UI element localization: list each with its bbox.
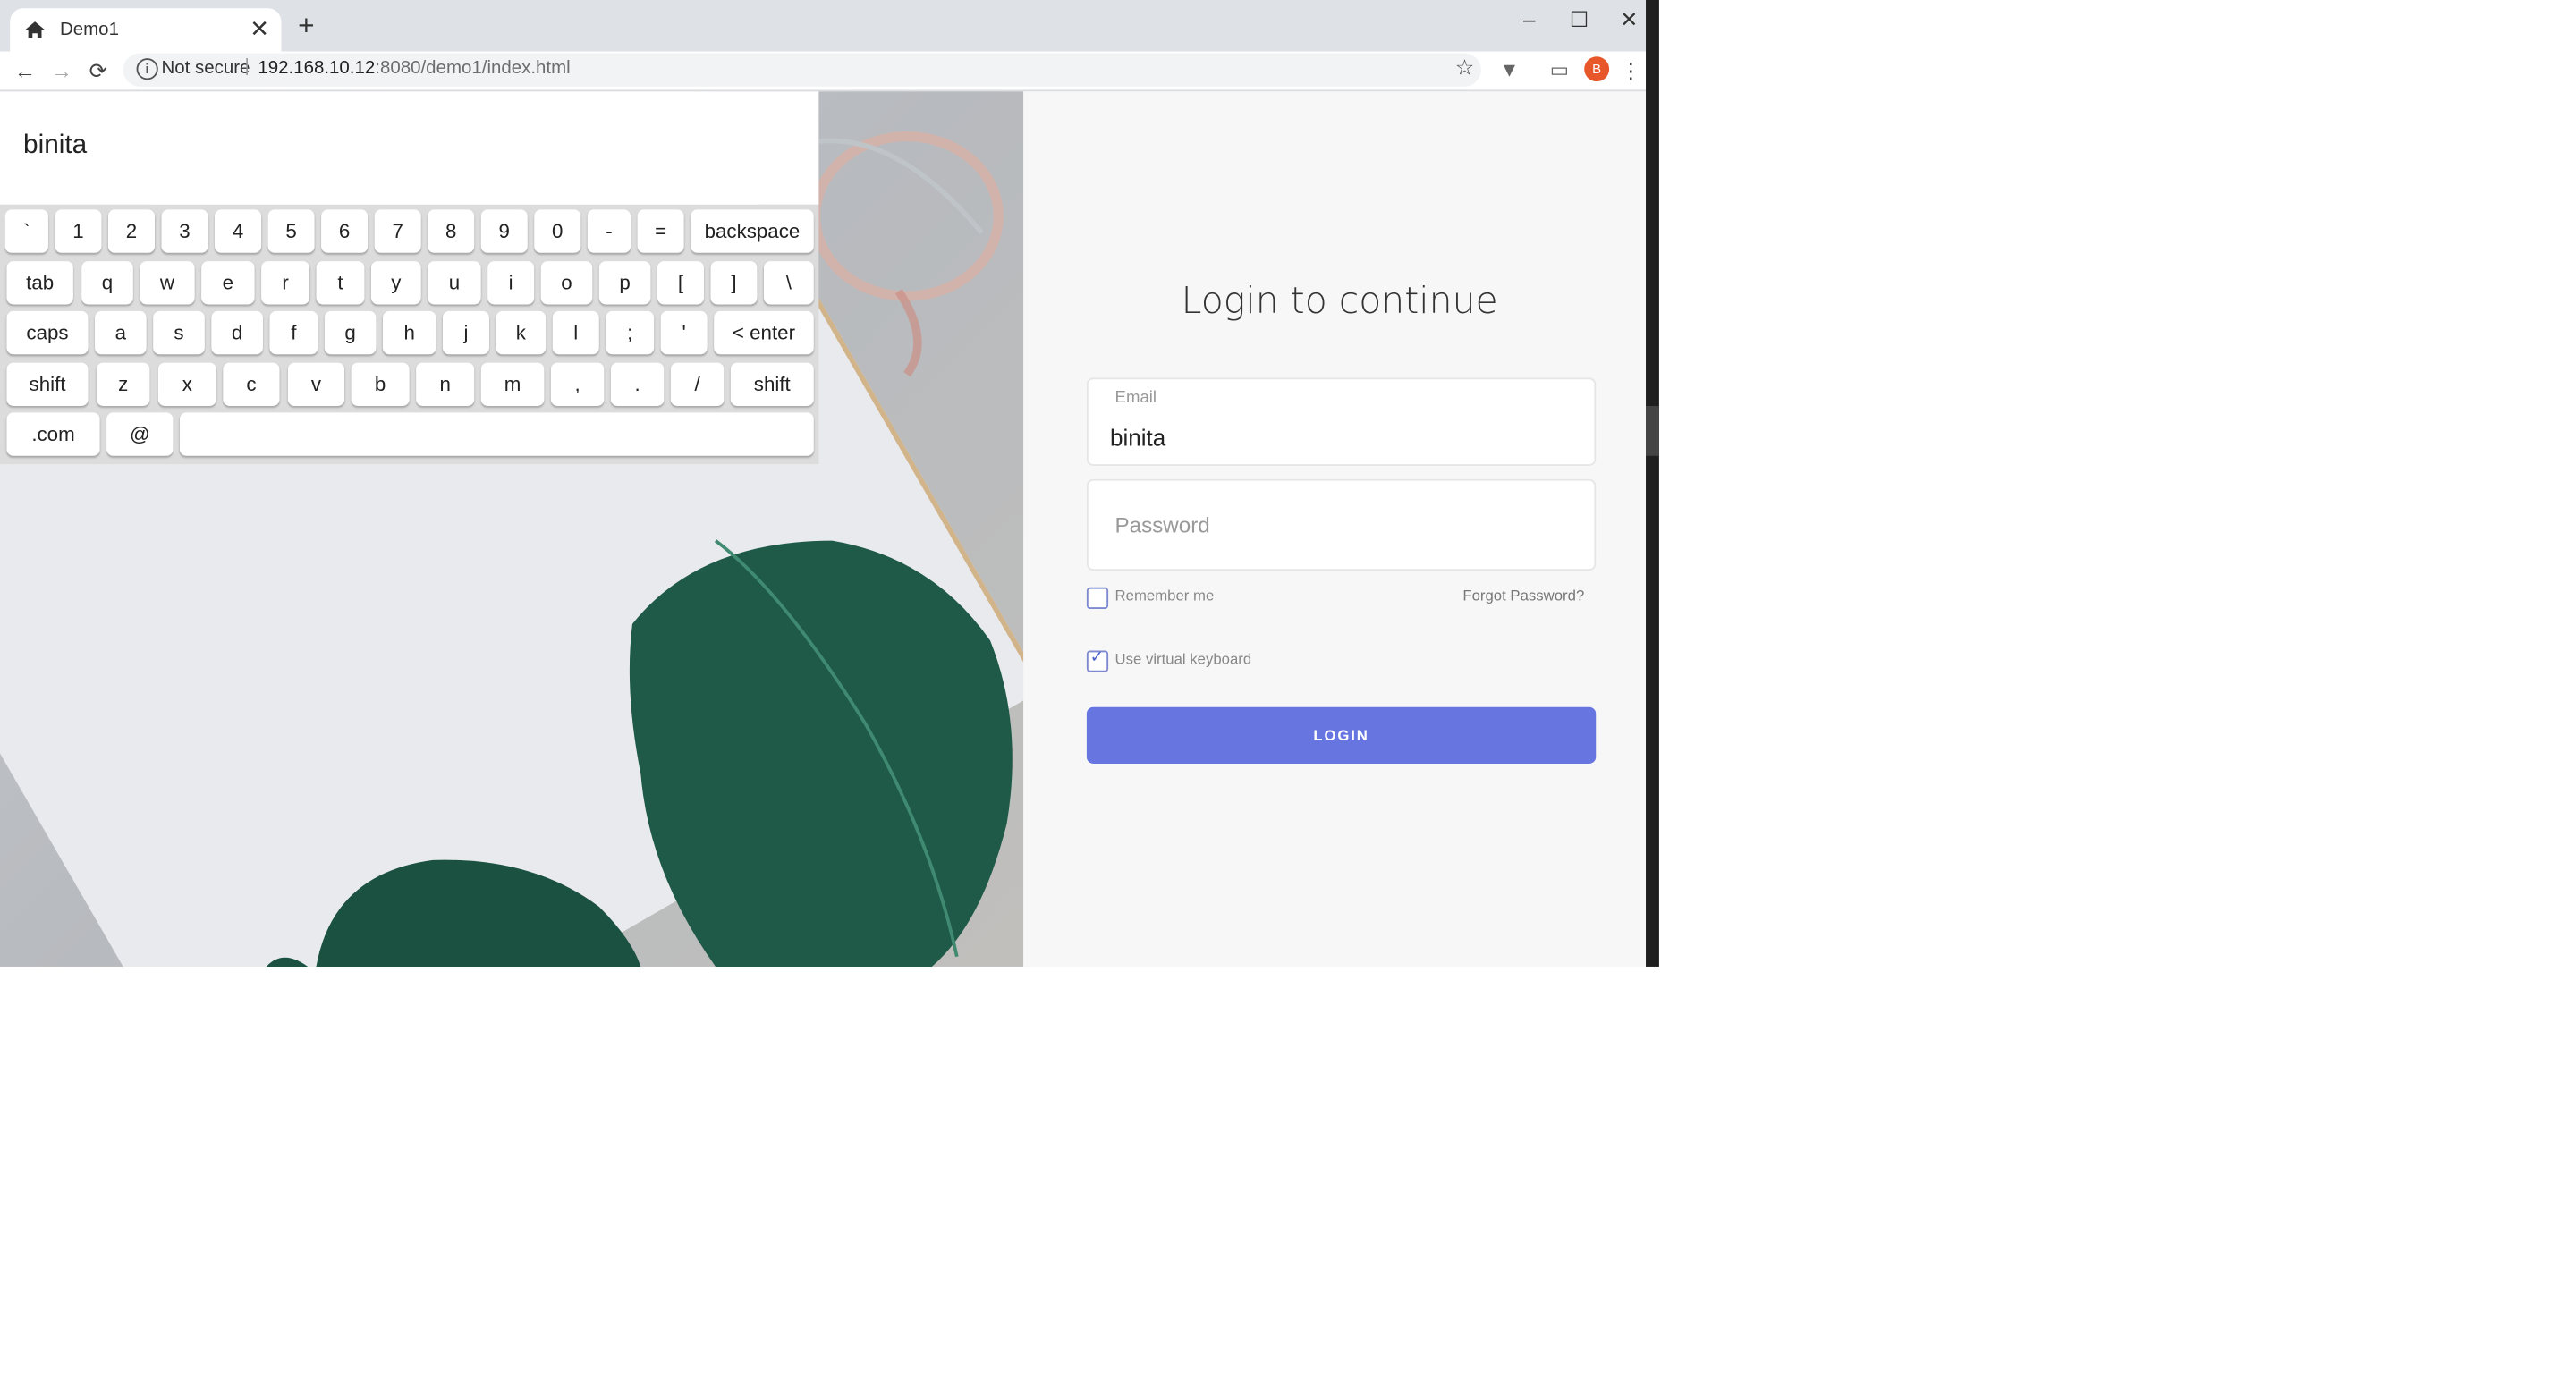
key-o[interactable]: o xyxy=(540,261,593,305)
tab-title: Demo1 xyxy=(59,20,119,40)
login-panel: Login to continue Email binita Password … xyxy=(1023,91,1647,967)
key-backtick[interactable]: ` xyxy=(4,209,48,253)
key-d[interactable]: d xyxy=(211,310,263,355)
key-0[interactable]: 0 xyxy=(534,209,581,253)
key-comma[interactable]: , xyxy=(550,362,605,406)
key-shift-right[interactable]: shift xyxy=(730,362,814,406)
scroll-indicator xyxy=(1646,405,1659,456)
kebab-menu-icon[interactable]: ⋮ xyxy=(1619,56,1642,85)
key-p[interactable]: p xyxy=(598,261,651,305)
tab-strip: Demo1 ✕ + – ☐ ✕ xyxy=(0,0,1647,52)
key-3[interactable]: 3 xyxy=(161,209,208,253)
minimize-icon[interactable]: – xyxy=(1504,4,1555,37)
key-w[interactable]: w xyxy=(140,261,195,305)
key-i[interactable]: i xyxy=(487,261,535,305)
key-u[interactable]: u xyxy=(428,261,481,305)
key-2[interactable]: 2 xyxy=(107,209,156,253)
forward-arrow-icon[interactable]: → xyxy=(47,56,76,85)
plus-icon[interactable]: + xyxy=(292,12,319,40)
key-period[interactable]: . xyxy=(610,362,665,406)
key-b[interactable]: b xyxy=(351,362,410,406)
key-k[interactable]: k xyxy=(496,310,547,355)
key-semicolon[interactable]: ; xyxy=(606,310,655,355)
key-backslash[interactable]: \ xyxy=(763,261,814,305)
key-enter[interactable]: < enter xyxy=(714,310,814,355)
key-x[interactable]: x xyxy=(157,362,216,406)
key-1[interactable]: 1 xyxy=(55,209,102,253)
key-j[interactable]: j xyxy=(442,310,489,355)
key-9[interactable]: 9 xyxy=(480,209,528,253)
key-minus[interactable]: - xyxy=(587,209,631,253)
window-close-icon[interactable]: ✕ xyxy=(1605,4,1647,37)
key-quote[interactable]: ' xyxy=(660,310,708,355)
key-a[interactable]: a xyxy=(95,310,147,355)
browser-toolbar: ← → ⟳ i Not secure | 192.168.10.12:8080/… xyxy=(0,51,1647,92)
adjacent-window-edge xyxy=(1646,0,1659,967)
avatar[interactable]: B xyxy=(1584,56,1610,82)
key-t[interactable]: t xyxy=(316,261,365,305)
key-q[interactable]: q xyxy=(81,261,133,305)
security-status: Not secure xyxy=(161,58,250,79)
separator: | xyxy=(244,56,250,77)
password-placeholder: Password xyxy=(1114,512,1210,537)
maximize-icon[interactable]: ☐ xyxy=(1555,4,1605,37)
cast-icon[interactable]: ▭ xyxy=(1545,56,1574,85)
extension-icon[interactable]: ▼ xyxy=(1495,56,1524,85)
key-8[interactable]: 8 xyxy=(428,209,475,253)
key-caps[interactable]: caps xyxy=(6,310,89,355)
key-l[interactable]: l xyxy=(552,310,599,355)
key-dotcom[interactable]: .com xyxy=(6,412,100,456)
remember-me-checkbox[interactable] xyxy=(1086,587,1109,609)
email-field[interactable]: Email binita xyxy=(1086,377,1597,466)
key-z[interactable]: z xyxy=(96,362,150,406)
key-r[interactable]: r xyxy=(261,261,310,305)
key-space[interactable] xyxy=(179,412,814,456)
key-c[interactable]: c xyxy=(223,362,280,406)
virtual-keyboard: ` 1 2 3 4 5 6 7 8 9 0 - = backspace tab … xyxy=(0,204,819,465)
password-field[interactable]: Password xyxy=(1086,478,1597,571)
key-n[interactable]: n xyxy=(416,362,475,406)
key-shift-left[interactable]: shift xyxy=(6,362,89,406)
key-h[interactable]: h xyxy=(382,310,436,355)
browser-window: Demo1 ✕ + – ☐ ✕ ← → ⟳ i Not secure | 192… xyxy=(0,0,1647,967)
key-at[interactable]: @ xyxy=(106,412,174,456)
tab-demo1[interactable]: Demo1 ✕ xyxy=(10,8,282,52)
login-button[interactable]: LOGIN xyxy=(1086,706,1597,764)
address-bar[interactable]: i Not secure | 192.168.10.12:8080/demo1/… xyxy=(123,53,1481,87)
keyboard-preview-value: binita xyxy=(23,131,88,160)
star-icon[interactable]: ☆ xyxy=(1455,55,1475,81)
key-right-bracket[interactable]: ] xyxy=(710,261,758,305)
back-arrow-icon[interactable]: ← xyxy=(10,56,39,85)
key-left-bracket[interactable]: [ xyxy=(657,261,704,305)
key-backspace[interactable]: backspace xyxy=(691,209,814,253)
email-value[interactable]: binita xyxy=(1110,424,1165,451)
key-v[interactable]: v xyxy=(287,362,345,406)
key-5[interactable]: 5 xyxy=(267,209,315,253)
remember-me-label[interactable]: Remember me xyxy=(1115,588,1215,604)
close-icon[interactable]: ✕ xyxy=(248,15,271,42)
key-m[interactable]: m xyxy=(480,362,545,406)
key-f[interactable]: f xyxy=(269,310,318,355)
key-g[interactable]: g xyxy=(324,310,377,355)
info-icon[interactable]: i xyxy=(136,58,158,80)
url-text[interactable]: 192.168.10.12:8080/demo1/index.html xyxy=(258,58,570,78)
key-tab[interactable]: tab xyxy=(6,261,73,305)
virtual-keyboard-checkbox[interactable] xyxy=(1086,649,1109,672)
key-e[interactable]: e xyxy=(201,261,255,305)
keyboard-preview: binita xyxy=(0,91,819,205)
key-4[interactable]: 4 xyxy=(215,209,262,253)
key-7[interactable]: 7 xyxy=(374,209,421,253)
home-icon xyxy=(24,21,46,38)
key-slash[interactable]: / xyxy=(670,362,724,406)
reload-icon[interactable]: ⟳ xyxy=(83,56,113,85)
page-title: Login to continue xyxy=(1181,281,1498,323)
key-y[interactable]: y xyxy=(370,261,421,305)
forgot-password-link[interactable]: Forgot Password? xyxy=(1462,588,1584,604)
key-equals[interactable]: = xyxy=(637,209,684,253)
key-6[interactable]: 6 xyxy=(321,209,369,253)
virtual-keyboard-label[interactable]: Use virtual keyboard xyxy=(1115,650,1252,667)
key-s[interactable]: s xyxy=(153,310,205,355)
email-label: Email xyxy=(1114,389,1157,408)
